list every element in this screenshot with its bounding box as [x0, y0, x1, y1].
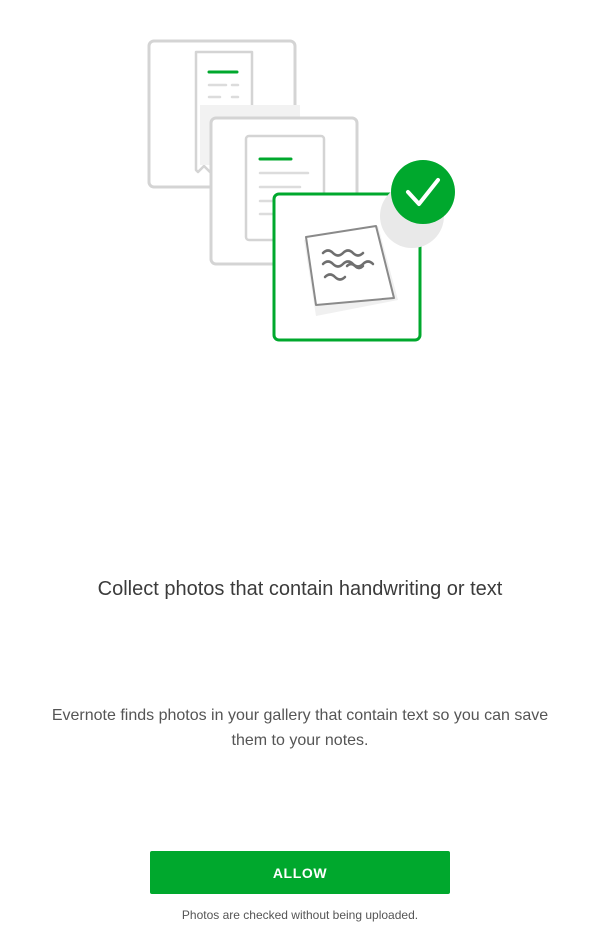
onboarding-illustration [0, 0, 600, 360]
page-title: Collect photos that contain handwriting … [97, 578, 503, 600]
checkmark-badge-icon [380, 160, 455, 248]
privacy-footnote: Photos are checked without being uploade… [181, 908, 419, 922]
page-description: Evernote finds photos in your gallery th… [51, 707, 549, 749]
allow-button[interactable]: ALLOW [150, 851, 450, 894]
